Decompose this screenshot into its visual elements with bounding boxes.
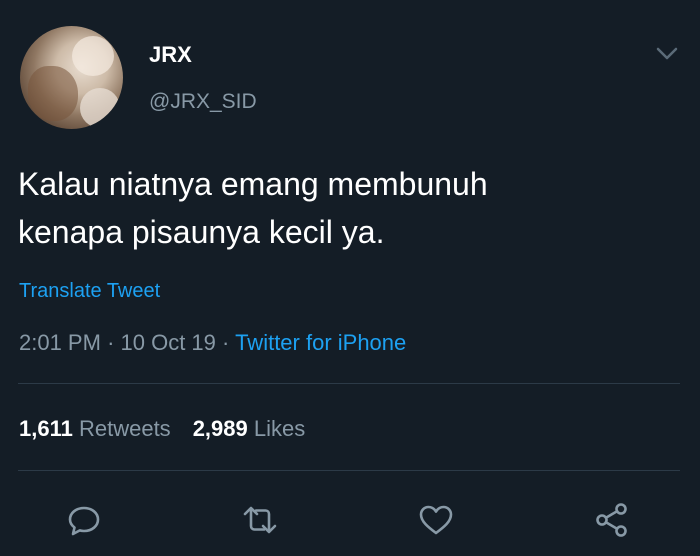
avatar-shade: [28, 66, 78, 121]
retweet-icon: [240, 500, 280, 540]
likes-label: Likes: [253, 416, 306, 441]
share-button[interactable]: [592, 500, 632, 540]
user-handle[interactable]: @JRX_SID: [149, 90, 257, 114]
tweet-date[interactable]: 10 Oct 19: [121, 330, 216, 355]
tweet-source-link[interactable]: Twitter for iPhone: [235, 330, 406, 355]
retweet-button[interactable]: [240, 500, 280, 540]
likes-count: 2,989: [192, 416, 248, 441]
translate-tweet-link[interactable]: Translate Tweet: [19, 280, 160, 303]
likes-stat[interactable]: 2,989 Likes: [193, 416, 306, 441]
avatar-shade: [80, 88, 120, 128]
retweets-count: 1,611: [19, 416, 73, 441]
tweet-card: JRX @JRX_SID Kalau niatnya emang membunu…: [0, 0, 700, 556]
meta-separator: ·: [222, 330, 230, 355]
tweet-stats: 1,611 Retweets 2,989 Likes: [19, 416, 305, 442]
heart-icon: [416, 500, 456, 540]
tweet-time[interactable]: 2:01 PM: [19, 330, 101, 355]
avatar[interactable]: [20, 26, 123, 129]
retweets-stat[interactable]: 1,611 Retweets: [19, 416, 171, 441]
retweets-label: Retweets: [78, 416, 171, 441]
tweet-text-line: Kalau niatnya emang membunuh: [18, 166, 488, 202]
divider: [18, 470, 680, 471]
tweet-text: Kalau niatnya emang membunuh kenapa pisa…: [18, 160, 658, 256]
chevron-down-icon[interactable]: [654, 43, 680, 63]
tweet-text-line: kenapa pisaunya kecil ya.: [18, 214, 385, 250]
share-icon: [592, 500, 632, 540]
reply-icon: [64, 500, 104, 540]
reply-button[interactable]: [64, 500, 104, 540]
divider: [18, 383, 680, 384]
tweet-meta: 2:01 PM · 10 Oct 19 · Twitter for iPhone: [19, 330, 406, 356]
meta-separator: ·: [107, 330, 115, 355]
display-name[interactable]: JRX: [149, 42, 192, 68]
avatar-shade: [72, 36, 114, 76]
like-button[interactable]: [416, 500, 456, 540]
